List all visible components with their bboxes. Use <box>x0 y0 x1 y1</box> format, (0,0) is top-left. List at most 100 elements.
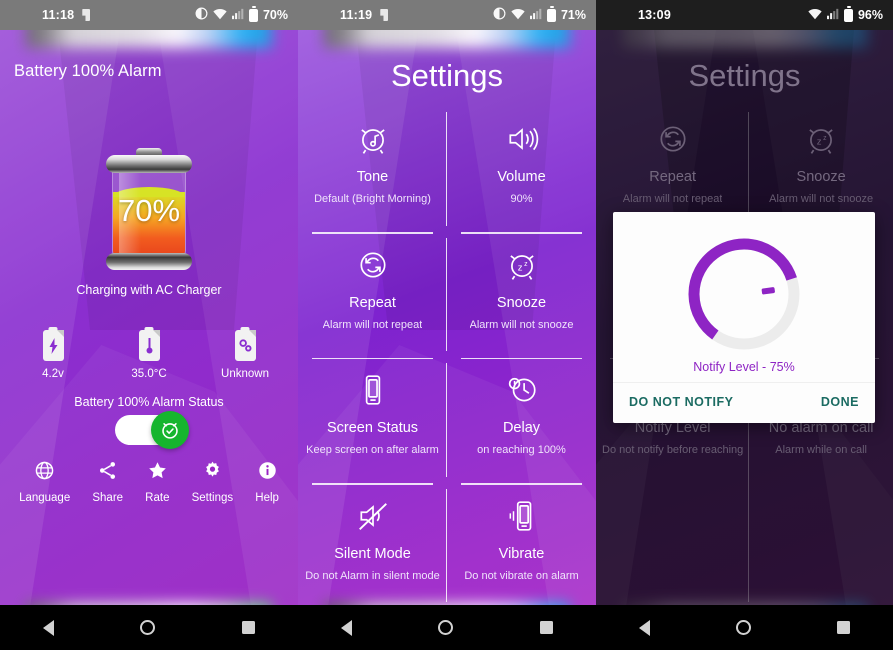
stat-temperature: 35.0°C <box>120 330 178 380</box>
setting-snooze-title: Snooze <box>496 294 547 311</box>
bottom-item-language-label: Language <box>19 492 71 504</box>
done-button[interactable]: DONE <box>821 395 859 409</box>
setting-silent-mode[interactable]: Silent Mode Do not Alarm in silent mode <box>298 485 447 611</box>
gear-icon <box>202 460 223 486</box>
back-icon[interactable] <box>639 619 650 636</box>
battery-percent: 70% <box>262 8 288 22</box>
battery-bolt-icon <box>42 330 64 361</box>
stat-health-value: Unknown <box>221 368 269 380</box>
setting-tone-subtitle: Default (Bright Morning) <box>314 193 431 205</box>
back-icon[interactable] <box>43 619 55 636</box>
battery-level-text: 70% <box>117 193 181 228</box>
recents-icon[interactable] <box>539 621 553 634</box>
notify-level-label: Notify Level - 75% <box>693 360 795 374</box>
status-icons: 70% <box>195 6 288 23</box>
bottom-item-share[interactable]: Share <box>92 460 123 504</box>
setting-vibrate[interactable]: Vibrate Do not vibrate on alarm <box>447 485 596 611</box>
stat-temperature-value: 35.0°C <box>131 368 167 380</box>
bottom-item-help-label: Help <box>255 492 279 504</box>
wifi-icon <box>511 8 525 23</box>
battery-gear-icon <box>234 330 256 361</box>
notify-level-knob[interactable] <box>680 230 808 358</box>
status-bar-settings: 11:19 71% <box>298 0 596 30</box>
bottom-item-help[interactable]: Help <box>255 460 279 504</box>
setting-vibrate-title: Vibrate <box>498 545 545 562</box>
home-icon[interactable] <box>438 620 454 635</box>
bottom-item-rate[interactable]: Rate <box>145 460 169 504</box>
dnd-icon <box>195 7 208 23</box>
battery-percent: 71% <box>560 8 586 22</box>
stat-voltage: 4.2v <box>24 330 82 380</box>
status-bar-dialog: 13:09 96% <box>596 0 893 30</box>
setting-repeat[interactable]: Repeat Alarm will not repeat <box>298 234 447 360</box>
setting-screen-status-title: Screen Status <box>326 420 419 436</box>
setting-snooze-subtitle: Alarm will not snooze <box>469 318 574 331</box>
page-title: Battery 100% Alarm <box>14 62 162 80</box>
setting-volume[interactable]: Volume 90% <box>447 108 596 234</box>
dialog-actions: DO NOT NOTIFY DONE <box>613 382 875 423</box>
home-icon[interactable] <box>736 620 751 635</box>
alarm-snooze-icon: z z <box>505 248 539 287</box>
status-bar-home: 11:18 70% <box>0 0 298 30</box>
recents-icon[interactable] <box>241 621 255 634</box>
phone-vibrate-icon <box>505 499 539 538</box>
setting-repeat-title: Repeat <box>349 294 396 311</box>
setting-repeat-subtitle: Alarm will not repeat <box>322 318 423 331</box>
battery-icon <box>248 6 258 22</box>
status-time: 13:09 <box>638 8 671 22</box>
star-icon <box>147 460 168 486</box>
speaker-mute-icon <box>356 499 390 538</box>
setting-delay-subtitle: on reaching 100% <box>477 444 566 456</box>
setting-tone[interactable]: Tone Default (Bright Morning) <box>298 108 447 234</box>
battery-icon <box>546 6 556 22</box>
speaker-icon <box>505 122 539 161</box>
system-nav-bar-1 <box>0 605 298 650</box>
svg-text:z: z <box>517 262 522 273</box>
setting-silent-mode-subtitle: Do not Alarm in silent mode <box>305 569 440 582</box>
home-icon[interactable] <box>140 620 156 635</box>
alarm-toggle[interactable] <box>115 411 189 449</box>
screenshot-root: 11:18 70% Battery 100% Alarm 70% Chargin… <box>0 0 893 650</box>
bottom-item-rate-label: Rate <box>145 492 170 504</box>
alarm-music-icon <box>356 122 390 161</box>
battery-thermometer-icon <box>138 330 160 361</box>
dialog-body: Notify Level - 75% <box>613 212 875 382</box>
phone-screen-settings: 11:19 71% Settings Tone Default (Bright … <box>298 0 596 650</box>
battery-stats: 4.2v 35.0°C Unknown <box>0 330 298 380</box>
signal-icon <box>231 8 244 23</box>
setting-screen-status[interactable]: Screen Status Keep screen on after alarm <box>298 359 447 485</box>
setting-screen-status-subtitle: Keep screen on after alarm <box>306 444 439 456</box>
status-icons: 71% <box>493 6 586 23</box>
home-background <box>0 30 298 605</box>
back-icon[interactable] <box>341 619 353 636</box>
setting-delay[interactable]: Delay on reaching 100% <box>447 359 596 485</box>
info-icon <box>257 460 278 486</box>
bottom-item-language[interactable]: Language <box>19 460 70 504</box>
system-nav-bar-2 <box>298 605 596 650</box>
clock-delay-icon <box>505 373 539 412</box>
setting-volume-subtitle: 90% <box>510 193 533 205</box>
setting-snooze[interactable]: z z Snooze Alarm will not snooze <box>447 234 596 360</box>
bottom-item-settings[interactable]: Settings <box>191 460 234 504</box>
battery-graphic: 70% <box>106 148 192 270</box>
status-icons: 96% <box>808 6 883 23</box>
page-title: Settings <box>390 58 503 93</box>
recents-icon[interactable] <box>837 621 850 634</box>
alarm-check-icon <box>151 411 189 449</box>
battery-percent: 96% <box>857 8 883 22</box>
signal-icon <box>826 8 839 23</box>
do-not-notify-button[interactable]: DO NOT NOTIFY <box>629 395 733 409</box>
status-time: 11:18 <box>42 8 75 22</box>
bottom-item-settings-label: Settings <box>191 492 234 504</box>
phone-screen-home: 11:18 70% Battery 100% Alarm 70% Chargin… <box>0 0 298 650</box>
vibrate-icon <box>380 9 389 21</box>
system-nav-bar-3 <box>596 605 893 650</box>
battery-indicator: 70% Charging with AC Charger <box>0 148 298 297</box>
alarm-status-label: Battery 100% Alarm Status <box>74 395 224 409</box>
stat-voltage-value: 4.2v <box>42 368 64 380</box>
charging-status-text: Charging with AC Charger <box>76 283 222 297</box>
battery-icon <box>843 6 853 22</box>
setting-vibrate-subtitle: Do not vibrate on alarm <box>464 569 579 582</box>
bottom-item-share-label: Share <box>92 492 124 504</box>
phone-screen-notify-dialog: 13:09 96% Settings Repeat Alarm will not… <box>596 0 893 650</box>
